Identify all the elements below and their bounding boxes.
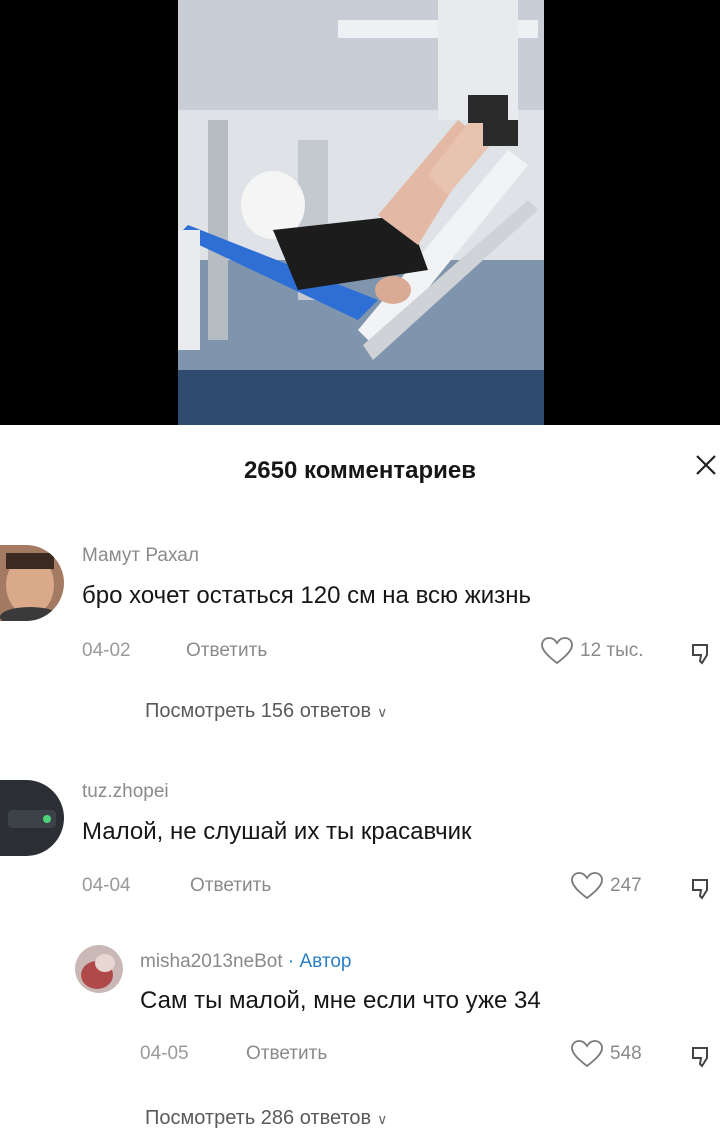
comment-item: Мамут Рахал бро хочет остаться 120 см на…	[0, 540, 720, 740]
comment-username[interactable]: Мамут Рахал	[82, 545, 199, 567]
reply-comment-item: misha2013neBot · Автор Сам ты малой, мне…	[0, 945, 720, 1141]
reply-button[interactable]: Ответить	[246, 1043, 327, 1065]
like-count: 548	[610, 1043, 642, 1064]
heart-icon	[541, 637, 573, 665]
comments-count-title: 2650 комментариев	[243, 457, 477, 484]
reply-username[interactable]: misha2013neBot	[140, 951, 283, 972]
heart-icon	[571, 872, 603, 900]
like-button[interactable]: 247	[570, 871, 642, 901]
comments-header: 2650 комментариев	[0, 425, 720, 515]
comment-text: Сам ты малой, мне если что уже 34	[140, 987, 541, 1014]
avatar[interactable]	[75, 945, 123, 993]
like-button[interactable]: 12 тыс.	[540, 636, 644, 666]
dislike-icon[interactable]	[690, 640, 716, 666]
comment-date: 04-04	[82, 875, 131, 896]
reply-button[interactable]: Ответить	[186, 640, 267, 662]
chevron-down-icon: ∨	[377, 1111, 388, 1127]
close-icon[interactable]	[692, 451, 720, 481]
like-button[interactable]: 548	[570, 1039, 642, 1069]
comment-username[interactable]: misha2013neBot · Автор	[140, 951, 351, 973]
dislike-icon[interactable]	[690, 875, 716, 901]
comment-date: 04-02	[82, 640, 131, 661]
chevron-down-icon: ∨	[377, 704, 388, 720]
heart-icon	[571, 1040, 603, 1068]
comment-username[interactable]: tuz.zhopei	[82, 781, 169, 803]
comment-text: Малой, не слушай их ты красавчик	[82, 818, 472, 845]
comment-date: 04-05	[140, 1043, 189, 1064]
view-replies-label: Посмотреть 156 ответов	[145, 700, 372, 722]
author-badge: · Автор	[287, 951, 352, 972]
view-replies-label: Посмотреть 286 ответов	[145, 1107, 372, 1129]
view-replies-button[interactable]: Посмотреть 156 ответов ∨	[145, 700, 387, 723]
avatar[interactable]	[0, 545, 64, 621]
reply-button[interactable]: Ответить	[190, 875, 271, 897]
dislike-icon[interactable]	[690, 1043, 716, 1069]
video-player[interactable]	[0, 0, 720, 425]
like-count: 247	[610, 875, 642, 896]
avatar[interactable]	[0, 780, 64, 856]
like-count: 12 тыс.	[580, 640, 644, 661]
view-replies-button[interactable]: Посмотреть 286 ответов ∨	[145, 1107, 387, 1130]
comment-text: бро хочет остаться 120 см на всю жизнь	[82, 582, 531, 609]
gym-video-frame	[178, 0, 544, 425]
comment-item: tuz.zhopei Малой, не слушай их ты красав…	[0, 775, 720, 925]
